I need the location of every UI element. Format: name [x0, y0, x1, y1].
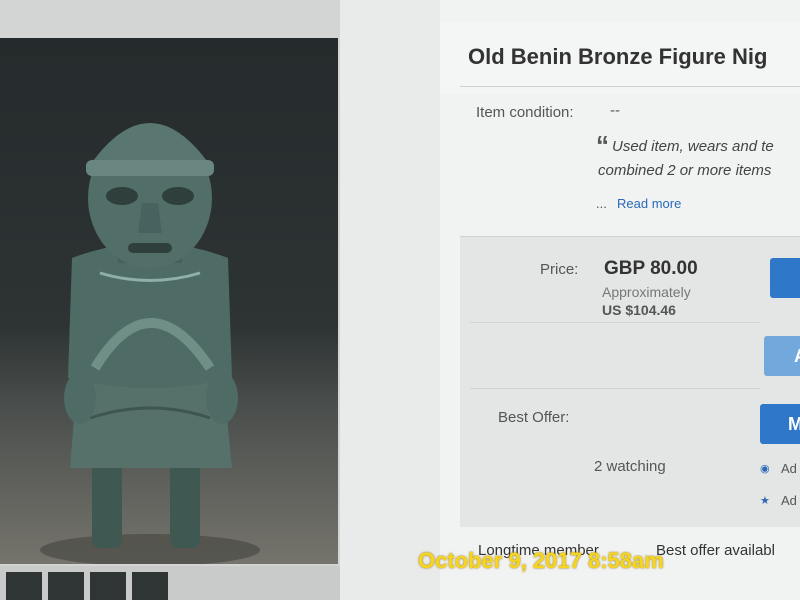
- best-offer-label: Best Offer:: [498, 409, 570, 426]
- eye-icon: ◉: [760, 463, 770, 475]
- thumbnail[interactable]: [6, 572, 42, 600]
- description-ellipsis: ...: [596, 196, 607, 211]
- item-condition-label: Item condition:: [476, 104, 574, 121]
- title-divider: [460, 86, 800, 87]
- make-offer-label: M: [788, 414, 800, 434]
- add-to-watch-list-link[interactable]: Ad: [781, 461, 797, 476]
- bronze-figure-image: [40, 123, 260, 564]
- add-to-collection-link[interactable]: Ad: [781, 493, 797, 508]
- item-condition-value: --: [610, 102, 620, 119]
- best-offer-note: Best offer availabl: [656, 542, 775, 559]
- timestamp-overlay: October 9, 2017 8:58am: [418, 548, 664, 573]
- quote-icon: “: [596, 130, 609, 160]
- price-value: GBP 80.00: [604, 258, 698, 279]
- watching-count: 2 watching: [594, 458, 666, 475]
- buy-it-now-button[interactable]: [770, 258, 800, 298]
- add-to-cart-button[interactable]: A: [764, 336, 800, 376]
- read-more-link[interactable]: Read more: [617, 196, 681, 211]
- row-divider: [470, 388, 760, 389]
- usd-price: US $104.46: [602, 302, 676, 318]
- thumbnail[interactable]: [90, 572, 126, 600]
- condition-description-line-1: Used item, wears and te: [612, 138, 774, 155]
- add-to-cart-label: A: [794, 346, 800, 367]
- listing-title: Old Benin Bronze Figure Nig: [468, 44, 768, 69]
- product-photo[interactable]: [0, 38, 338, 564]
- thumbnail[interactable]: [132, 572, 168, 600]
- make-offer-button[interactable]: M: [760, 404, 800, 444]
- price-label: Price:: [540, 261, 579, 278]
- condition-description-line-2: combined 2 or more items: [598, 162, 772, 179]
- row-divider: [470, 322, 760, 323]
- star-icon: ★: [760, 495, 770, 507]
- thumbnail[interactable]: [48, 572, 84, 600]
- approximately-label: Approximately: [602, 284, 691, 300]
